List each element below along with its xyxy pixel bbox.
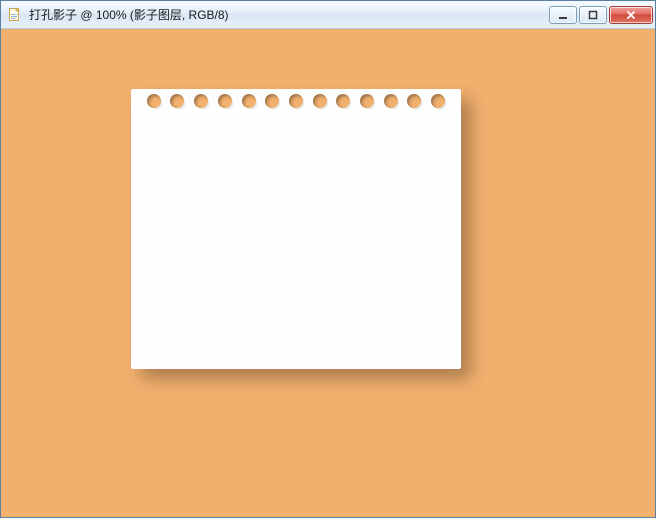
title-bar[interactable]: 打孔影子 @ 100% (影子图层, RGB/8) (1, 1, 655, 29)
document-canvas[interactable] (1, 29, 655, 517)
punch-holes-row (131, 94, 461, 108)
application-window: 打孔影子 @ 100% (影子图层, RGB/8) (0, 0, 656, 518)
window-title: 打孔影子 @ 100% (影子图层, RGB/8) (29, 6, 543, 23)
punch-hole (218, 94, 232, 108)
punch-hole (289, 94, 303, 108)
close-button[interactable] (609, 6, 653, 24)
paper-artwork (131, 89, 461, 369)
paper-sheet (131, 89, 461, 369)
maximize-button[interactable] (579, 6, 607, 24)
punch-hole (336, 94, 350, 108)
minimize-button[interactable] (549, 6, 577, 24)
minimize-icon (558, 10, 568, 20)
punch-hole (407, 94, 421, 108)
maximize-icon (588, 10, 598, 20)
punch-hole (170, 94, 184, 108)
close-icon (625, 10, 637, 20)
punch-hole (242, 94, 256, 108)
app-document-icon (7, 7, 23, 23)
punch-hole (194, 94, 208, 108)
punch-hole (431, 94, 445, 108)
punch-hole (147, 94, 161, 108)
punch-hole (384, 94, 398, 108)
punch-hole (313, 94, 327, 108)
window-controls (549, 6, 653, 24)
punch-hole (360, 94, 374, 108)
punch-hole (265, 94, 279, 108)
